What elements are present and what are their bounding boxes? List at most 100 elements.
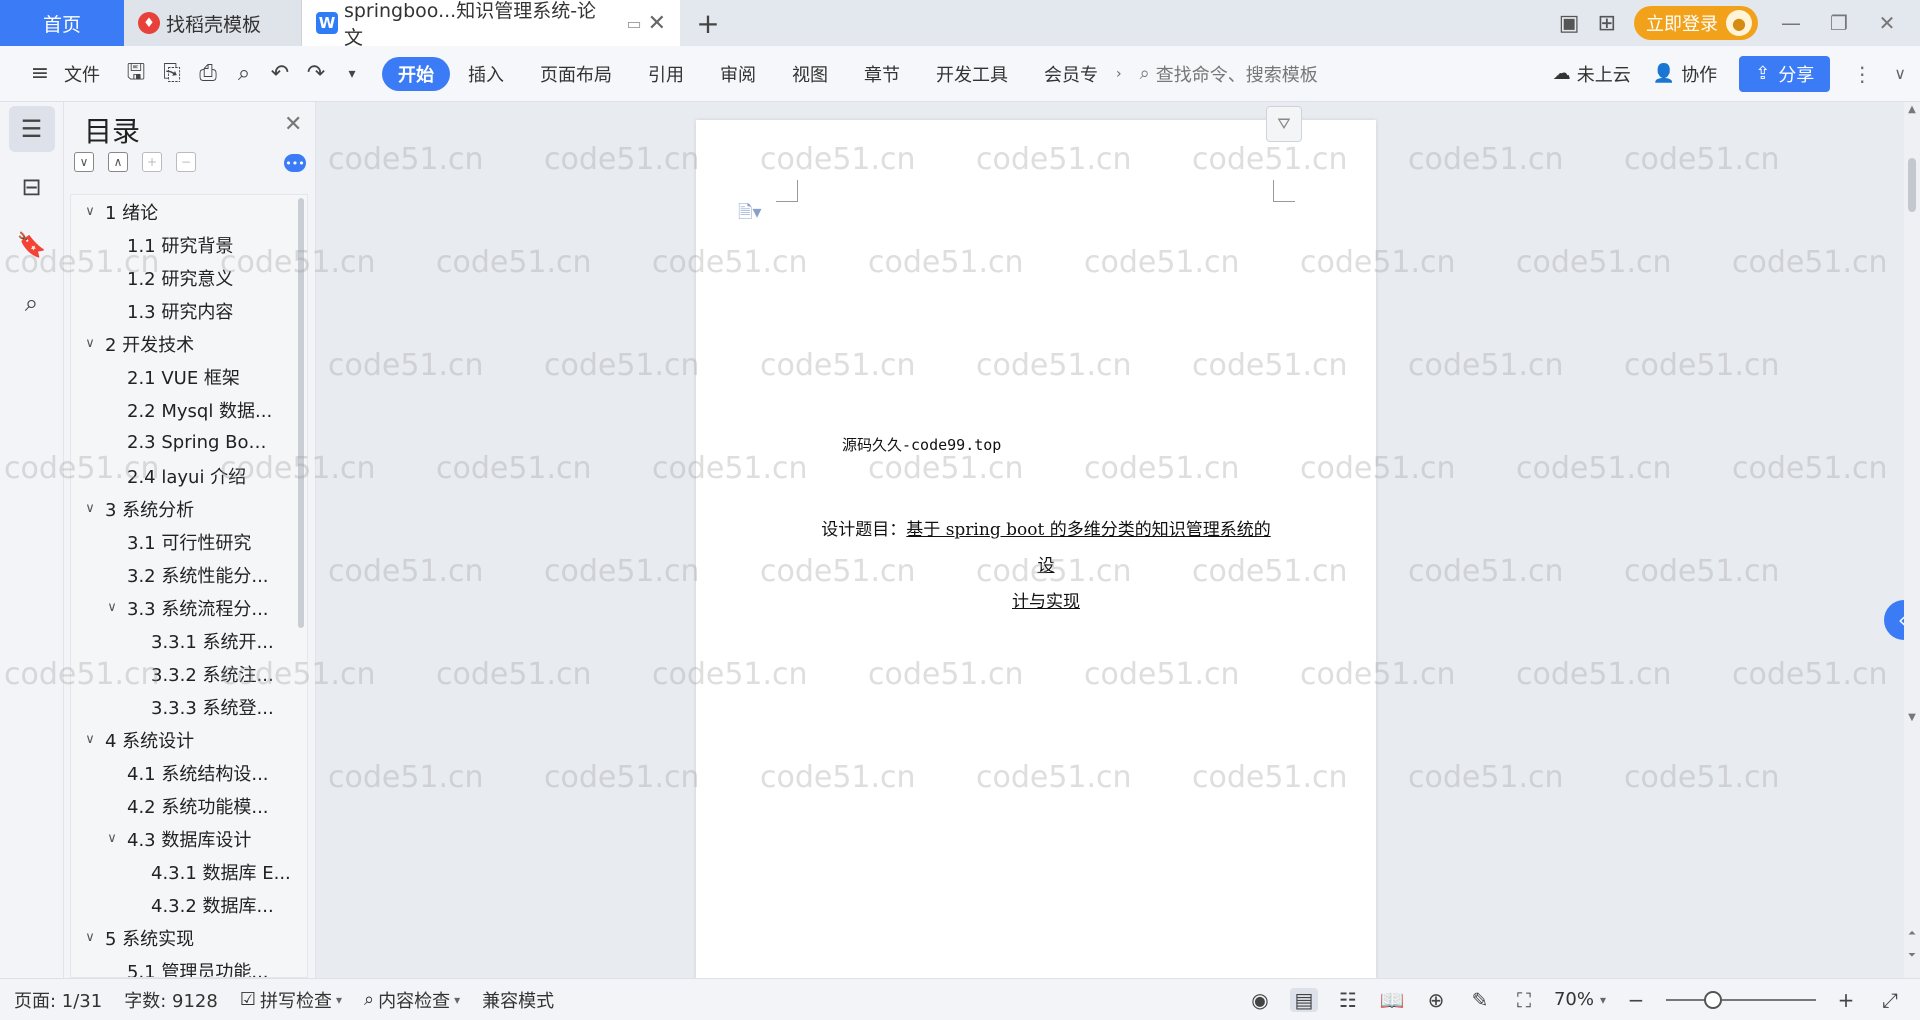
zoom-slider-knob[interactable] xyxy=(1704,990,1723,1009)
eye-protection-icon[interactable]: ◉ xyxy=(1246,988,1274,1012)
command-search[interactable]: ⌕ 查找命令、搜索模板 xyxy=(1140,61,1318,87)
menu-tab-chapter[interactable]: 章节 xyxy=(846,57,918,91)
redo-icon[interactable]: ↷ xyxy=(298,56,334,92)
toc-scrollbar[interactable] xyxy=(298,198,304,628)
toc-item[interactable]: 2.3 Spring Boot ... xyxy=(71,426,307,459)
document-page[interactable]: 🗎▾ 源码久久-code99.top 设计题目：基于 spring boot 的… xyxy=(696,120,1376,978)
expand-all-icon[interactable]: ∨ xyxy=(74,152,94,172)
side-panel-toggle-icon[interactable]: ‹ xyxy=(1884,600,1904,640)
restore-icon[interactable]: ❐ xyxy=(1824,11,1854,35)
export-icon[interactable]: ⎘ xyxy=(154,56,190,92)
undo-icon[interactable]: ↶ xyxy=(262,56,298,92)
vertical-scrollbar[interactable]: ▲ ▼ ⏶ ⏷ xyxy=(1904,102,1920,978)
content-check-button[interactable]: ⌕ 内容检查 ▾ xyxy=(364,987,460,1013)
toc-item[interactable]: 2.2 Mysql 数据... xyxy=(71,393,307,426)
toc-item[interactable]: ∨ 5 系统实现 xyxy=(71,921,307,954)
navigation-icon[interactable]: ⊟ xyxy=(9,164,55,210)
tab-daoke-templates[interactable]: ♦ 找稻壳模板 xyxy=(124,0,302,46)
reading-view-icon[interactable]: 📖 xyxy=(1378,988,1406,1012)
tab-document[interactable]: W springboo...知识管理系统-论文 ▭ ✕ xyxy=(302,0,680,49)
menu-tab-review[interactable]: 审阅 xyxy=(702,57,774,91)
toc-item[interactable]: ∨ 3.3 系统流程分... xyxy=(71,591,307,624)
toc-item[interactable]: ∨ 4.3 数据库设计 xyxy=(71,822,307,855)
scroll-up-icon[interactable]: ▲ xyxy=(1906,104,1918,115)
spellcheck-button[interactable]: ☑ 拼写检查 ▾ xyxy=(240,987,342,1013)
toc-item[interactable]: 1.1 研究背景 xyxy=(71,228,307,261)
toc-item[interactable]: 4.2 系统功能模... xyxy=(71,789,307,822)
zoom-in-icon[interactable]: + xyxy=(1832,988,1860,1012)
scroll-down-icon[interactable]: ▼ xyxy=(1906,712,1918,723)
toc-item[interactable]: 2.4 layui 介绍 xyxy=(71,459,307,492)
page-view-icon[interactable]: ▤ xyxy=(1289,987,1318,1012)
menu-tab-layout[interactable]: 页面布局 xyxy=(522,57,630,91)
zoom-select[interactable]: 70% ▾ xyxy=(1554,989,1606,1010)
zoom-out-icon[interactable]: − xyxy=(1622,988,1650,1012)
share-button[interactable]: ⇪ 分享 xyxy=(1739,55,1831,92)
chevron-down-icon[interactable]: ∨ xyxy=(81,204,99,219)
web-view-icon[interactable]: ⊕ xyxy=(1422,988,1450,1012)
print-preview-icon[interactable]: ⌕ xyxy=(226,56,262,92)
collapse-ribbon-icon[interactable]: ∨ xyxy=(1894,64,1906,83)
bookmark-icon[interactable]: 🔖 xyxy=(9,222,55,268)
fullscreen-icon[interactable]: ⤢ xyxy=(1876,988,1904,1012)
toc-panel-icon[interactable]: ☰ xyxy=(8,106,55,152)
toc-item[interactable]: ∨ 2 开发技术 xyxy=(71,327,307,360)
chevron-down-icon[interactable]: ∨ xyxy=(81,501,99,516)
new-tab-button[interactable]: + xyxy=(680,0,736,46)
menu-tab-references[interactable]: 引用 xyxy=(630,57,702,91)
prev-page-icon[interactable]: ⏶ xyxy=(1906,928,1918,939)
file-menu[interactable]: ≡ 文件 xyxy=(22,56,100,92)
menu-tab-home[interactable]: 开始 xyxy=(382,56,450,91)
paste-options-icon[interactable]: 🗎▾ xyxy=(738,200,762,230)
toc-item[interactable]: 3.3.1 系统开... xyxy=(71,624,307,657)
menu-tab-member[interactable]: 会员专 xyxy=(1026,57,1116,91)
find-icon[interactable]: ⌕ xyxy=(9,280,55,326)
save-icon[interactable]: 🖫 xyxy=(118,56,154,92)
collapse-all-icon[interactable]: ∧ xyxy=(108,152,128,172)
outline-view-icon[interactable]: ☷ xyxy=(1334,988,1362,1012)
cloud-status[interactable]: ☁ 未上云 xyxy=(1553,61,1631,87)
toc-item[interactable]: 3.1 可行性研究 xyxy=(71,525,307,558)
word-count[interactable]: 字数: 9128 xyxy=(124,987,218,1013)
close-window-icon[interactable]: ✕ xyxy=(1872,11,1902,35)
toc-item[interactable]: 2.1 VUE 框架 xyxy=(71,360,307,393)
toc-close-icon[interactable]: ✕ xyxy=(284,112,302,137)
toc-item[interactable]: ∨ 4 系统设计 xyxy=(71,723,307,756)
page-indicator[interactable]: 页面: 1/31 xyxy=(14,987,102,1013)
scroll-thumb[interactable] xyxy=(1908,158,1916,212)
close-tab-icon[interactable]: ✕ xyxy=(648,11,666,36)
collaborate-button[interactable]: 👤 协作 xyxy=(1653,61,1717,87)
menu-tab-view[interactable]: 视图 xyxy=(774,57,846,91)
chevron-down-icon[interactable]: ∨ xyxy=(81,732,99,747)
login-button[interactable]: 立即登录 ● xyxy=(1634,6,1758,40)
print-icon[interactable]: ⎙ xyxy=(190,56,226,92)
chevron-down-icon[interactable]: ∨ xyxy=(81,336,99,351)
menu-tab-developer[interactable]: 开发工具 xyxy=(918,57,1026,91)
chevron-down-icon[interactable]: ∨ xyxy=(103,600,121,615)
toc-item[interactable]: ∨ 1 绪论 xyxy=(71,195,307,228)
toc-item[interactable]: ∨ 3 系统分析 xyxy=(71,492,307,525)
menu-more-icon[interactable]: › xyxy=(1116,66,1122,82)
more-options-icon[interactable]: ⋮ xyxy=(1852,62,1872,86)
toc-item[interactable]: 1.2 研究意义 xyxy=(71,261,307,294)
layout-icon[interactable]: ▣ xyxy=(1559,11,1580,36)
next-page-icon[interactable]: ⏷ xyxy=(1906,950,1918,961)
grid-apps-icon[interactable]: ⊞ xyxy=(1598,11,1616,36)
fit-page-icon[interactable]: ⛶ xyxy=(1510,988,1538,1012)
add-heading-icon[interactable]: + xyxy=(142,152,162,172)
toc-item[interactable]: 5.1 管理员功能... xyxy=(71,954,307,978)
toc-item[interactable]: 3.2 系统性能分... xyxy=(71,558,307,591)
zoom-slider[interactable] xyxy=(1666,990,1816,1009)
ai-toc-icon[interactable]: ••• xyxy=(284,154,306,172)
minimize-icon[interactable]: — xyxy=(1776,11,1806,35)
menu-tab-insert[interactable]: 插入 xyxy=(450,57,522,91)
screen-icon[interactable]: ▭ xyxy=(626,14,641,33)
toc-item[interactable]: 3.3.3 系统登... xyxy=(71,690,307,723)
toc-item[interactable]: 4.1 系统结构设... xyxy=(71,756,307,789)
more-dropdown-icon[interactable]: ▾ xyxy=(334,56,370,92)
chevron-down-icon[interactable]: ∨ xyxy=(81,930,99,945)
toc-item[interactable]: 3.3.2 系统注... xyxy=(71,657,307,690)
tab-home[interactable]: 首页 xyxy=(0,0,124,46)
toc-item[interactable]: 4.3.1 数据库 E... xyxy=(71,855,307,888)
filter-icon[interactable]: ⛛ xyxy=(1266,106,1302,142)
